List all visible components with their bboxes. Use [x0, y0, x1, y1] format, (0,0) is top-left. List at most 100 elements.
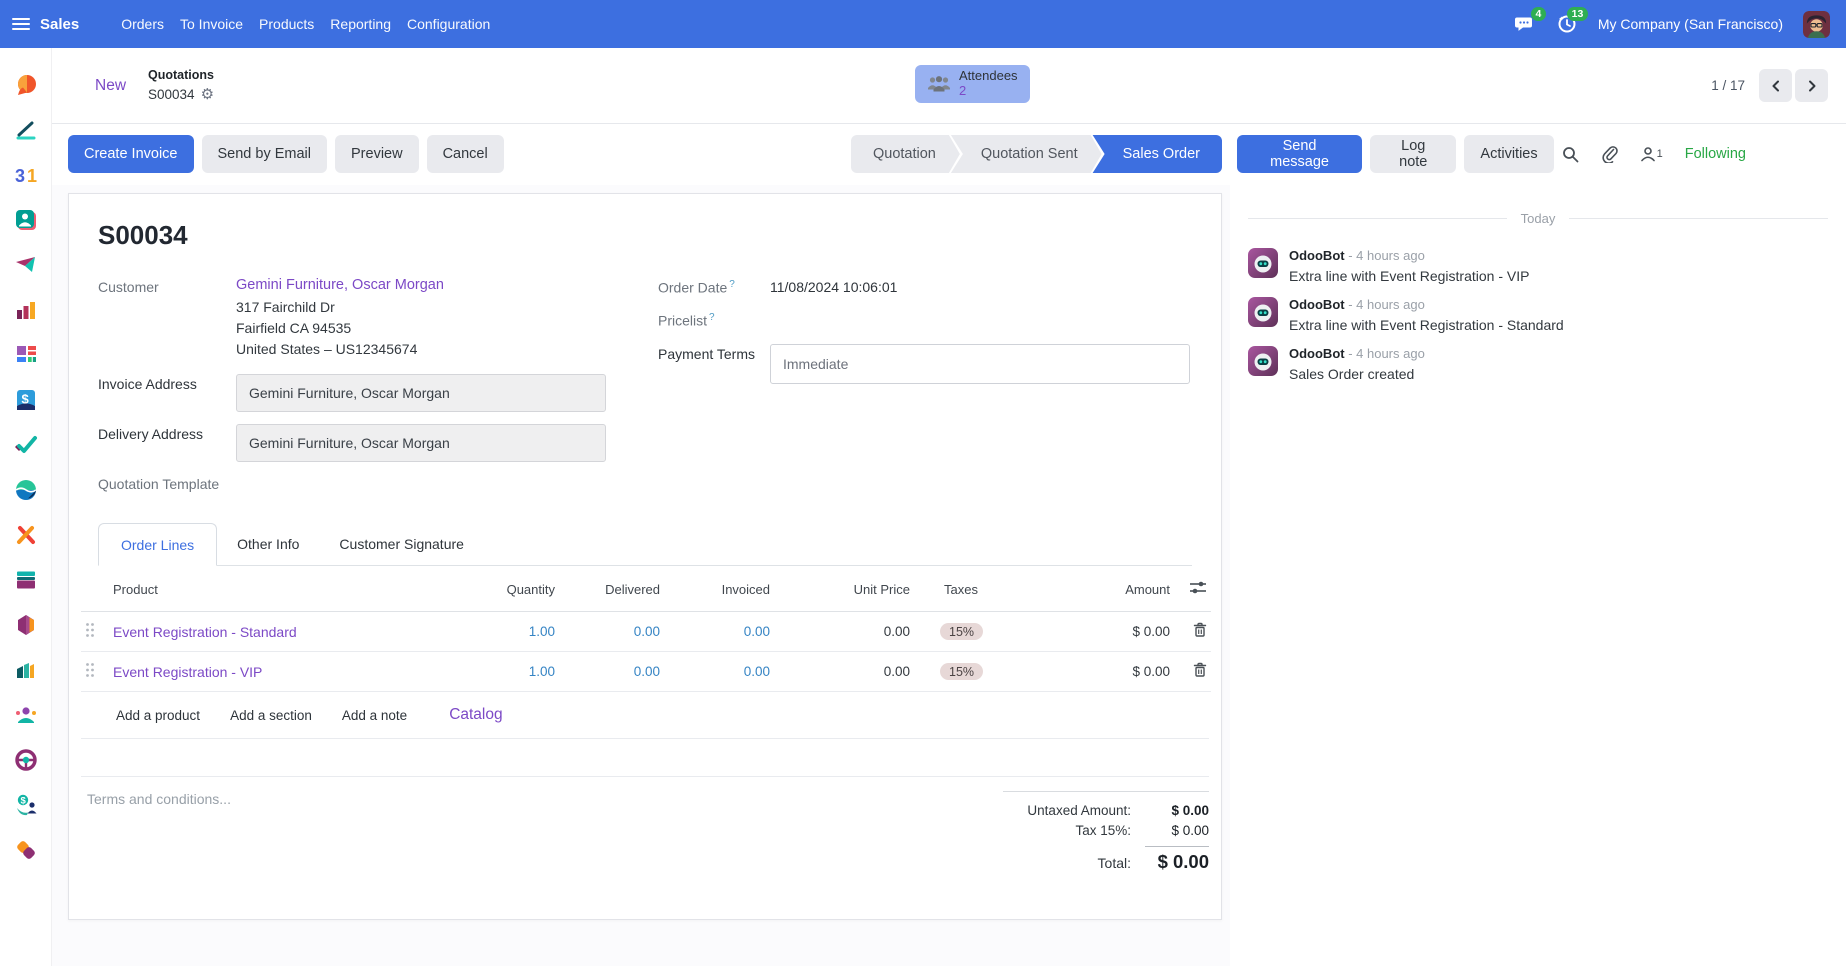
dollar-person-app-icon[interactable]: $	[13, 792, 39, 818]
column-delivered[interactable]: Delivered	[559, 566, 664, 612]
log-note-button[interactable]: Log note	[1370, 135, 1456, 173]
app-name[interactable]: Sales	[40, 16, 79, 33]
chatter-header: Send message Log note Activities 1 Follo…	[1230, 124, 1846, 185]
hexagon-app-icon[interactable]	[13, 612, 39, 638]
table-row[interactable]: Event Registration - Standard 1.00 0.00 …	[81, 612, 1211, 652]
terms-and-conditions-input[interactable]: Terms and conditions...	[87, 791, 231, 875]
odoobot-avatar[interactable]	[1248, 248, 1278, 278]
delete-row-icon[interactable]	[1193, 622, 1207, 641]
catalog-link[interactable]: Catalog	[449, 706, 502, 724]
attachments-paperclip-icon[interactable]	[1601, 145, 1618, 163]
preview-button[interactable]: Preview	[335, 135, 419, 173]
pencil-angle-app-icon[interactable]	[13, 117, 39, 143]
new-button[interactable]: New	[95, 77, 126, 95]
send-by-email-button[interactable]: Send by Email	[202, 135, 328, 173]
invoiced-cell[interactable]: 0.00	[744, 664, 770, 679]
delete-row-icon[interactable]	[1193, 662, 1207, 681]
column-product[interactable]: Product	[109, 566, 459, 612]
column-amount[interactable]: Amount	[1044, 566, 1174, 612]
pager-next-button[interactable]	[1795, 69, 1828, 102]
chat-bubble-app-icon[interactable]	[13, 72, 39, 98]
quantity-cell[interactable]: 1.00	[529, 664, 555, 679]
search-messages-icon[interactable]	[1562, 146, 1579, 163]
menu-reporting[interactable]: Reporting	[322, 0, 399, 48]
unit-price-cell[interactable]: 0.00	[774, 652, 914, 692]
add-a-section-link[interactable]: Add a section	[230, 708, 312, 723]
column-unit-price[interactable]: Unit Price	[774, 566, 914, 612]
message-author[interactable]: OdooBot	[1289, 297, 1345, 312]
drag-handle-icon[interactable]	[85, 666, 95, 681]
add-a-note-link[interactable]: Add a note	[342, 708, 407, 723]
skewed-bars-app-icon[interactable]	[13, 657, 39, 683]
column-quantity[interactable]: Quantity	[459, 566, 559, 612]
pager-previous-button[interactable]	[1759, 69, 1792, 102]
send-arrow-app-icon[interactable]	[13, 252, 39, 278]
menu-products[interactable]: Products	[251, 0, 322, 48]
user-avatar[interactable]	[1803, 11, 1830, 38]
odoobot-avatar[interactable]	[1248, 297, 1278, 327]
bar-chart-app-icon[interactable]	[13, 297, 39, 323]
attendees-label: Attendees	[959, 69, 1018, 84]
cancel-button[interactable]: Cancel	[427, 135, 504, 173]
steering-wheel-app-icon[interactable]	[13, 747, 39, 773]
attendees-stat-button[interactable]: Attendees 2	[915, 65, 1030, 103]
amount-cell: $ 0.00	[1044, 612, 1174, 652]
delivered-cell[interactable]: 0.00	[634, 624, 660, 639]
hamburger-menu-icon[interactable]	[12, 18, 30, 30]
unit-price-cell[interactable]: 0.00	[774, 612, 914, 652]
tax-badge[interactable]: 15%	[940, 663, 983, 680]
menu-configuration[interactable]: Configuration	[399, 0, 498, 48]
optional-columns-icon[interactable]	[1189, 580, 1207, 598]
activities-clock-icon[interactable]: 13	[1556, 13, 1578, 35]
tab-other-info[interactable]: Other Info	[217, 522, 319, 565]
message-time: - 4 hours ago	[1345, 346, 1425, 361]
link-s-app-icon[interactable]	[13, 837, 39, 863]
grid-squares-app-icon[interactable]	[13, 342, 39, 368]
gear-icon[interactable]: ⚙	[201, 85, 214, 103]
breadcrumb-parent[interactable]: Quotations	[148, 68, 214, 82]
letter-x-app-icon[interactable]	[13, 522, 39, 548]
people-group-app-icon[interactable]	[13, 702, 39, 728]
customer-link[interactable]: Gemini Furniture, Oscar Morgan	[236, 277, 444, 293]
status-step-quotation-sent[interactable]: Quotation Sent	[949, 135, 1102, 173]
odoobot-avatar[interactable]	[1248, 346, 1278, 376]
tax-badge[interactable]: 15%	[940, 623, 983, 640]
delivered-cell[interactable]: 0.00	[634, 664, 660, 679]
order-date-value[interactable]: 11/08/2024 10:06:01	[770, 277, 897, 296]
company-switcher[interactable]: My Company (San Francisco)	[1598, 16, 1783, 32]
globe-layers-app-icon[interactable]	[13, 477, 39, 503]
menu-orders[interactable]: Orders	[113, 0, 172, 48]
message-author[interactable]: OdooBot	[1289, 346, 1345, 361]
total-label: Total:	[1098, 855, 1131, 871]
invoice-address-field[interactable]: Gemini Furniture, Oscar Morgan	[236, 374, 606, 412]
add-a-product-link[interactable]: Add a product	[116, 708, 200, 723]
create-invoice-button[interactable]: Create Invoice	[68, 135, 194, 173]
quantity-cell[interactable]: 1.00	[529, 624, 555, 639]
column-taxes[interactable]: Taxes	[914, 566, 1044, 612]
contact-card-app-icon[interactable]	[13, 207, 39, 233]
column-invoiced[interactable]: Invoiced	[664, 566, 774, 612]
table-row[interactable]: Event Registration - VIP 1.00 0.00 0.00 …	[81, 652, 1211, 692]
invoiced-cell[interactable]: 0.00	[744, 624, 770, 639]
delivery-address-field[interactable]: Gemini Furniture, Oscar Morgan	[236, 424, 606, 462]
dollar-document-app-icon[interactable]: $	[13, 387, 39, 413]
tab-order-lines[interactable]: Order Lines	[98, 523, 217, 566]
followers-icon[interactable]: 1	[1640, 146, 1663, 162]
card-stack-app-icon[interactable]	[13, 567, 39, 593]
send-message-button[interactable]: Send message	[1237, 135, 1362, 173]
activities-button[interactable]: Activities	[1464, 135, 1553, 173]
calendar-31-app-icon[interactable]: 31	[13, 162, 39, 188]
messages-icon[interactable]: 4	[1514, 13, 1536, 35]
status-step-quotation[interactable]: Quotation	[851, 135, 960, 173]
message-text: Extra line with Event Registration - Sta…	[1289, 317, 1564, 333]
product-link[interactable]: Event Registration - Standard	[113, 624, 297, 640]
checkmark-app-icon[interactable]	[13, 432, 39, 458]
payment-terms-field[interactable]: Immediate	[770, 344, 1190, 384]
status-step-sales-order[interactable]: Sales Order	[1091, 135, 1222, 173]
following-toggle[interactable]: Following	[1685, 146, 1746, 162]
drag-handle-icon[interactable]	[85, 626, 95, 641]
tab-customer-signature[interactable]: Customer Signature	[319, 522, 484, 565]
menu-to-invoice[interactable]: To Invoice	[172, 0, 251, 48]
message-author[interactable]: OdooBot	[1289, 248, 1345, 263]
product-link[interactable]: Event Registration - VIP	[113, 664, 262, 680]
